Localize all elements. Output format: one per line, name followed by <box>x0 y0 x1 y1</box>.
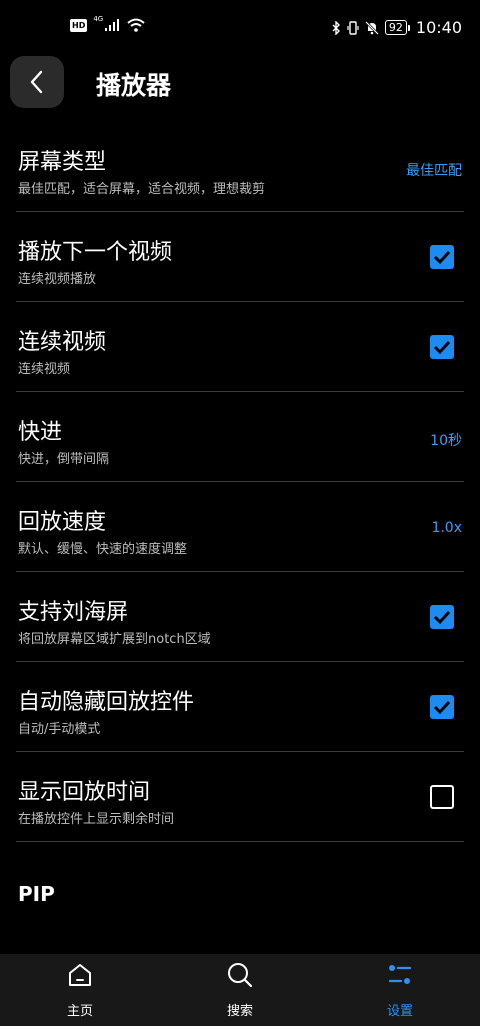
setting-title: 屏幕类型 <box>18 150 107 175</box>
setting-subtitle: 连续视频 <box>18 362 71 377</box>
setting-title: 显示回放时间 <box>18 780 151 805</box>
setting-subtitle: 连续视频播放 <box>18 272 97 287</box>
setting-title: 连续视频 <box>18 330 107 355</box>
setting-playback-speed[interactable]: 回放速度 默认、缓慢、快速的速度调整 1.0x <box>0 482 480 572</box>
checkbox-unchecked[interactable] <box>430 785 454 809</box>
nav-settings[interactable]: 设置 <box>350 954 450 1026</box>
checkmark-icon <box>433 700 451 715</box>
bottom-nav: 主页 搜索 设置 <box>0 954 480 1026</box>
nav-home[interactable]: 主页 <box>30 954 130 1026</box>
checkbox-checked[interactable] <box>430 245 454 269</box>
battery-level: 92 <box>384 20 407 35</box>
battery-tip <box>407 24 410 31</box>
bluetooth-icon <box>332 20 340 35</box>
checkmark-icon <box>433 250 451 265</box>
chevron-left-icon <box>30 70 43 94</box>
setting-title: 播放下一个视频 <box>18 240 173 265</box>
back-button[interactable] <box>10 56 64 108</box>
checkmark-icon <box>433 340 451 355</box>
nav-label: 主页 <box>66 1004 93 1019</box>
home-icon <box>69 964 91 986</box>
settings-icon <box>388 965 412 984</box>
setting-subtitle: 快进，倒带间隔 <box>18 452 110 467</box>
status-right: 92 10:40 <box>332 18 462 37</box>
battery-icon: 92 <box>384 20 410 35</box>
section-header-pip: PIP <box>18 882 55 906</box>
setting-title: 支持刘海屏 <box>18 600 129 625</box>
setting-play-next-video[interactable]: 播放下一个视频 连续视频播放 <box>0 212 480 302</box>
setting-show-playback-time[interactable]: 显示回放时间 在播放控件上显示剩余时间 <box>0 752 480 842</box>
network-type: 4G <box>93 15 104 23</box>
app-header: 播放器 <box>0 56 480 112</box>
status-bar: HD 4G 92 10:40 <box>0 0 480 56</box>
nav-label: 搜索 <box>226 1004 253 1019</box>
setting-value[interactable]: 1.0x <box>431 520 462 536</box>
setting-title: 回放速度 <box>18 510 107 535</box>
mute-bell-icon <box>365 20 379 35</box>
setting-screen-type[interactable]: 屏幕类型 最佳匹配，适合屏幕，适合视频，理想裁剪 最佳匹配 <box>0 122 480 212</box>
search-icon <box>228 963 253 988</box>
signal-icon <box>105 19 120 31</box>
setting-subtitle: 在播放控件上显示剩余时间 <box>18 812 175 827</box>
setting-subtitle: 自动/手动模式 <box>18 722 101 737</box>
nav-search[interactable]: 搜索 <box>190 954 290 1026</box>
setting-subtitle: 将回放屏幕区域扩展到notch区域 <box>18 632 211 647</box>
setting-fast-forward[interactable]: 快进 快进，倒带间隔 10秒 <box>0 392 480 482</box>
divider <box>16 841 464 842</box>
setting-continuous-video[interactable]: 连续视频 连续视频 <box>0 302 480 392</box>
setting-notch-support[interactable]: 支持刘海屏 将回放屏幕区域扩展到notch区域 <box>0 572 480 662</box>
status-left: HD 4G <box>70 15 145 32</box>
setting-title: 快进 <box>18 420 63 445</box>
hd-icon: HD <box>70 18 88 32</box>
setting-title: 自动隐藏回放控件 <box>18 690 195 715</box>
setting-subtitle: 默认、缓慢、快速的速度调整 <box>18 542 188 557</box>
page-title: 播放器 <box>96 71 172 100</box>
settings-list: 屏幕类型 最佳匹配，适合屏幕，适合视频，理想裁剪 最佳匹配 播放下一个视频 连续… <box>0 122 480 842</box>
setting-value[interactable]: 10秒 <box>430 430 462 450</box>
setting-auto-hide-controls[interactable]: 自动隐藏回放控件 自动/手动模式 <box>0 662 480 752</box>
clock: 10:40 <box>415 18 462 37</box>
checkbox-checked[interactable] <box>430 605 454 629</box>
setting-subtitle: 最佳匹配，适合屏幕，适合视频，理想裁剪 <box>18 182 266 197</box>
wifi-icon <box>127 18 145 32</box>
checkmark-icon <box>433 610 451 625</box>
setting-value[interactable]: 最佳匹配 <box>406 160 462 180</box>
checkbox-checked[interactable] <box>430 695 454 719</box>
nav-label: 设置 <box>386 1004 413 1019</box>
vibrate-icon <box>347 20 359 35</box>
checkbox-checked[interactable] <box>430 335 454 359</box>
